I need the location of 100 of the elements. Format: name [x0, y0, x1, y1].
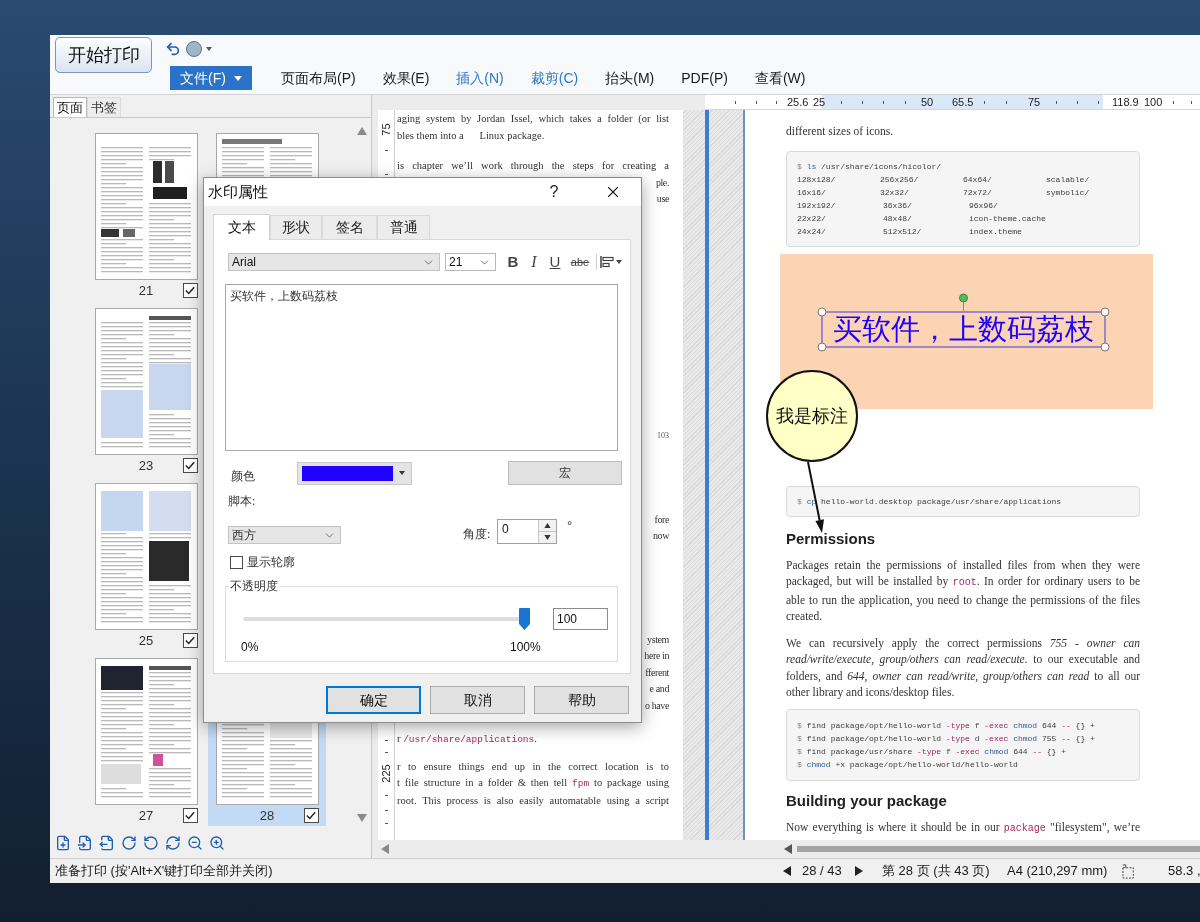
checkmark-icon — [185, 286, 195, 295]
color-label: 颜色 — [231, 468, 255, 485]
text-line: is chapter we’ll work through the steps for creating a — [397, 159, 669, 173]
degree-unit: ° — [567, 519, 573, 532]
menu-item[interactable]: 页面布局(P) — [281, 68, 356, 88]
dialog-button[interactable]: 确定 — [326, 686, 421, 714]
page-thumbnail-drawing[interactable] — [94, 133, 198, 280]
dialog-tab[interactable]: 文本 — [213, 214, 270, 240]
scroll-down-icon[interactable] — [357, 814, 367, 822]
format-button[interactable]: I — [526, 253, 542, 271]
code-output: symbolic/ — [1046, 187, 1090, 197]
menu-item[interactable]: PDF(P) — [681, 68, 728, 88]
code-line: $ find package/opt/hello-world -type f -exec chmod 644 -- {} + — [797, 719, 1095, 732]
page-checkbox[interactable] — [182, 808, 198, 823]
watermark-text-field[interactable]: 买软件，上数码荔枝 — [225, 284, 618, 451]
page-checkbox[interactable] — [182, 458, 198, 473]
dialog-tab[interactable]: 签名 — [322, 215, 377, 239]
resize-handle-icon[interactable] — [1100, 307, 1110, 316]
page-export-icon[interactable] — [99, 835, 115, 851]
refresh-icon[interactable] — [165, 835, 181, 851]
panel-tab[interactable]: 页面 — [53, 97, 87, 117]
rotate-counterclockwise-icon[interactable] — [143, 835, 159, 851]
page-checkbox[interactable] — [182, 283, 198, 298]
format-button[interactable]: U — [546, 253, 564, 271]
next-page-icon[interactable] — [854, 866, 863, 876]
paragraph: Now everything is where it should be in our package "filesystem", we’re — [786, 819, 1140, 836]
code-line: $ ls /usr/share/icons/hicolor/ — [797, 160, 942, 173]
thumbnail-item[interactable]: 27 — [87, 651, 205, 826]
code-output: 72x72/ — [963, 187, 992, 197]
code-output: index.theme — [969, 226, 1022, 236]
align-button[interactable] — [600, 255, 622, 269]
resize-handle-icon[interactable] — [817, 307, 827, 316]
paragraph: different sizes of icons. — [786, 124, 894, 139]
code-output: 128x128/ — [797, 174, 836, 184]
menu-item[interactable]: 插入(N) — [456, 68, 504, 88]
callout-bubble[interactable]: 我是标注 — [766, 370, 858, 462]
caret-icon — [233, 75, 242, 81]
outline-checkbox[interactable] — [230, 555, 243, 569]
page-import-icon[interactable] — [77, 835, 93, 851]
help-button[interactable]: ? — [542, 180, 566, 204]
page-checkbox[interactable] — [303, 808, 319, 823]
opacity-input[interactable]: 100 — [553, 608, 608, 630]
dialog-tab[interactable]: 普通 — [377, 215, 430, 239]
font-size-dropdown[interactable]: 21 — [445, 253, 496, 271]
menu-item[interactable]: 裁剪(C) — [530, 68, 579, 88]
scroll-up-icon[interactable] — [357, 127, 367, 135]
add-page-icon[interactable] — [55, 835, 71, 851]
page-thumbnail-drawing[interactable] — [94, 483, 198, 630]
resize-handle-icon[interactable] — [1100, 342, 1110, 351]
scrollbar-thumb[interactable] — [797, 846, 1200, 852]
file-menu-button[interactable]: 文件(F) — [170, 66, 252, 90]
page-number: 103 — [657, 430, 669, 441]
max-label: 100% — [510, 640, 541, 654]
menu-item[interactable]: 效果(E) — [382, 68, 430, 88]
dialog-tab[interactable]: 形状 — [270, 215, 322, 239]
page-checkbox[interactable] — [182, 633, 198, 648]
start-print-button[interactable]: 开始打印 — [55, 37, 152, 73]
selection-frame[interactable] — [817, 292, 1110, 352]
text-line: bles them into a Linux package. — [397, 128, 545, 143]
zoom-out-icon[interactable] — [187, 835, 203, 851]
thumbnail-item[interactable]: 25 — [87, 476, 205, 651]
thumbnail-item[interactable]: 23 — [87, 301, 205, 476]
format-button[interactable]: abe — [568, 253, 592, 271]
status-message: 准备打印 (按'Alt+X'键打印全部并关闭) — [55, 862, 273, 881]
paper-size: A4 (210,297 mm) — [1007, 863, 1108, 879]
rotate-handle-icon[interactable] — [959, 293, 968, 312]
code-output: 512x512/ — [883, 226, 922, 236]
opacity-slider[interactable] — [243, 608, 530, 630]
menu-item[interactable]: 查看(W) — [754, 68, 806, 88]
menu-item[interactable]: 抬头(M) — [605, 68, 655, 88]
resize-handle-icon[interactable] — [817, 342, 827, 351]
page-thumbnail-drawing[interactable] — [94, 308, 198, 455]
font-dropdown[interactable]: Arial — [228, 253, 440, 271]
spin-up-button[interactable] — [539, 520, 556, 532]
page-number: 28 — [259, 807, 275, 824]
code-output: 64x64/ — [963, 174, 992, 184]
panel-tab[interactable]: 书签 — [87, 97, 121, 117]
page-thumbnail-drawing[interactable] — [215, 133, 319, 177]
dropdown-caret-icon[interactable] — [206, 46, 212, 51]
undo-icon[interactable] — [165, 40, 181, 57]
ruler-label: 50 — [921, 95, 934, 110]
rotate-clockwise-icon[interactable] — [121, 835, 137, 851]
scroll-left-icon[interactable] — [784, 844, 792, 854]
thumbnail-item[interactable]: 21 — [87, 126, 205, 301]
script-dropdown[interactable]: 西方 — [228, 526, 341, 544]
page-thumbnail-drawing[interactable] — [94, 658, 198, 805]
slider-thumb[interactable] — [519, 608, 530, 630]
previous-page-icon[interactable] — [783, 866, 791, 876]
color-dropdown[interactable] — [297, 461, 412, 485]
spin-down-button[interactable] — [539, 532, 556, 543]
cursor-position: 58.3 , — [1168, 862, 1200, 881]
code-line: $ find package/opt/hello-world -type d -exec chmod 755 -- {} + — [797, 732, 1095, 745]
dialog-button[interactable]: 帮助 — [534, 686, 629, 714]
dialog-button[interactable]: 取消 — [430, 686, 525, 714]
scroll-left-icon[interactable] — [381, 844, 389, 854]
format-button[interactable]: B — [504, 253, 522, 271]
macro-button[interactable]: 宏 — [508, 461, 622, 485]
angle-spinbox[interactable]: 0 — [497, 519, 557, 544]
zoom-in-icon[interactable] — [209, 835, 225, 851]
page-counter: 28 / 43 — [802, 862, 842, 881]
